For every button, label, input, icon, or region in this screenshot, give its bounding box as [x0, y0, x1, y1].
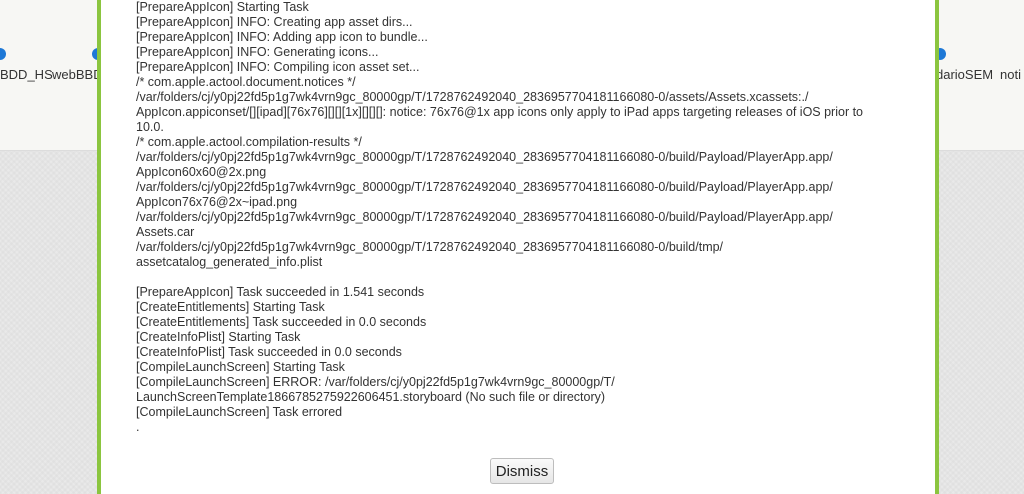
log-line: [PrepareAppIcon] INFO: Adding app icon t…: [136, 30, 428, 44]
build-log-text: [PrepareAppIcon] Starting Task [PrepareAp…: [136, 0, 896, 435]
log-line: assetcatalog_generated_info.plist: [136, 255, 323, 269]
log-line: /* com.apple.actool.compilation-results …: [136, 135, 362, 149]
log-line: AppIcon.appiconset/[][ipad][76x76][][][1…: [136, 105, 864, 119]
log-line: AppIcon76x76@2x~ipad.png: [136, 195, 298, 209]
log-line: /var/folders/cj/y0pj22fd5p1g7wk4vrn9gc_8…: [136, 210, 833, 224]
log-line: [PrepareAppIcon] INFO: Generating icons.…: [136, 45, 379, 59]
log-line: [CreateInfoPlist] Starting Task: [136, 330, 301, 344]
project-dot-icon: [0, 48, 6, 60]
dismiss-button[interactable]: Dismiss: [490, 458, 554, 484]
log-line: [CreateInfoPlist] Task succeeded in 0.0 …: [136, 345, 402, 359]
log-line: /* com.apple.actool.document.notices */: [136, 75, 356, 89]
log-line: AppIcon60x60@2x.png: [136, 165, 267, 179]
log-line: /var/folders/cj/y0pj22fd5p1g7wk4vrn9gc_8…: [136, 90, 809, 104]
build-log-dialog: [PrepareAppIcon] Starting Task [PrepareAp…: [97, 0, 939, 494]
log-line: LaunchScreenTemplate1866785275922606451.…: [136, 390, 606, 404]
background-item-dariosem[interactable]: darioSEM: [936, 67, 993, 82]
log-line: 10.0.: [136, 120, 164, 134]
log-line: [CompileLaunchScreen] ERROR: /var/folder…: [136, 375, 615, 389]
log-line: [CreateEntitlements] Task succeeded in 0…: [136, 315, 427, 329]
log-line: [PrepareAppIcon] Task succeeded in 1.541…: [136, 285, 425, 299]
background-item-noti[interactable]: noti: [1000, 67, 1021, 82]
log-line: [PrepareAppIcon] INFO: Compiling icon as…: [136, 60, 420, 74]
log-line: /var/folders/cj/y0pj22fd5p1g7wk4vrn9gc_8…: [136, 150, 833, 164]
log-line: /var/folders/cj/y0pj22fd5p1g7wk4vrn9gc_8…: [136, 180, 833, 194]
background-item-bdd-hs[interactable]: BDD_HS: [0, 67, 53, 82]
log-line: Assets.car: [136, 225, 195, 239]
log-line: [PrepareAppIcon] INFO: Creating app asse…: [136, 15, 413, 29]
log-line: [CreateEntitlements] Starting Task: [136, 300, 325, 314]
log-line: [CompileLaunchScreen] Task errored: [136, 405, 343, 419]
log-line: /var/folders/cj/y0pj22fd5p1g7wk4vrn9gc_8…: [136, 240, 724, 254]
log-line: [CompileLaunchScreen] Starting Task: [136, 360, 345, 374]
log-line: [PrepareAppIcon] Starting Task: [136, 0, 309, 14]
log-line: .: [136, 420, 140, 434]
background-item-webbbd[interactable]: webBBD: [52, 67, 103, 82]
